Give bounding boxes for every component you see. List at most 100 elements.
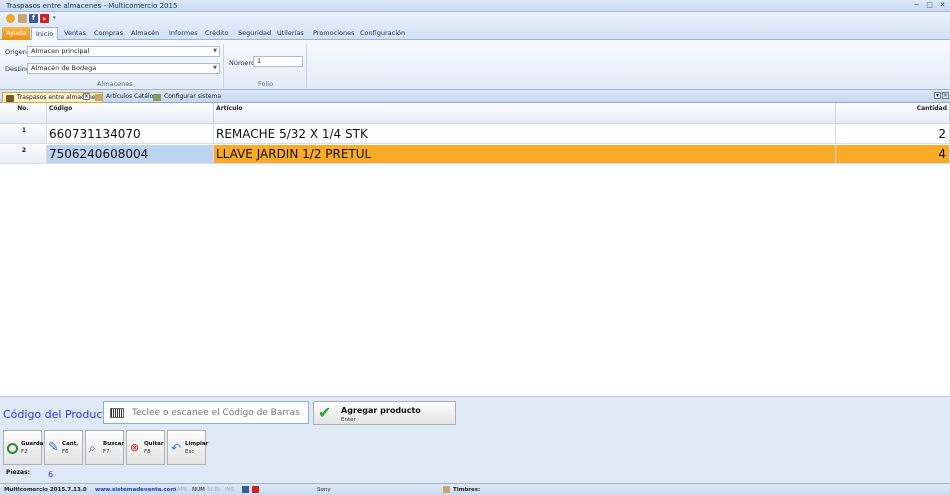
header-codigo[interactable]: Código <box>47 103 214 124</box>
user-name: Sony <box>317 487 331 493</box>
app-menu-icon[interactable] <box>6 14 15 23</box>
destino-combo[interactable]: Almacén de Bodega ▼ <box>27 63 220 74</box>
tab-menu-icon[interactable]: ▾ <box>934 92 941 99</box>
tab-ventas[interactable]: Ventas <box>60 27 90 40</box>
tab-utilerias[interactable]: Utilerías <box>273 27 308 40</box>
header-articulo[interactable]: Artículo <box>214 103 836 124</box>
search-label: Buscar <box>103 441 125 447</box>
save-shortcut: F2 <box>21 449 28 455</box>
numero-field[interactable]: 1 <box>253 56 303 67</box>
tab-seguridad[interactable]: Seguridad <box>234 27 275 40</box>
search-icon: ⌕ <box>89 441 96 455</box>
website-link[interactable]: www.sistemadeventa.com <box>95 487 176 493</box>
num-indicator: NUM <box>192 487 205 493</box>
chevron-down-icon: ▼ <box>213 65 217 71</box>
pencil-icon: ✎ <box>48 440 59 455</box>
group-separator <box>223 44 224 88</box>
search-button[interactable]: ⌕ Buscar F7 <box>85 430 124 465</box>
minimize-button[interactable]: ─ <box>911 1 922 10</box>
origen-combo[interactable]: Almacen principal ▼ <box>27 46 220 57</box>
tab-inicio[interactable]: Inicio <box>31 27 59 40</box>
remove-label: Quitar <box>144 441 164 447</box>
clear-label: Limpiar <box>185 441 209 447</box>
chevron-down-icon: ▼ <box>213 48 217 54</box>
ribbon-panel: Origen: Almacen principal ▼ Destino: Alm… <box>0 40 950 90</box>
pieces-label: Piezas: <box>6 469 31 476</box>
save-icon <box>7 443 18 454</box>
remove-button[interactable]: ⊗ Quitar F8 <box>126 430 165 465</box>
user-icon[interactable] <box>18 14 27 23</box>
product-code-label: Código del Producto: <box>3 408 118 421</box>
caps-indicator: CAPS <box>173 487 188 493</box>
catalog-icon <box>95 94 103 101</box>
search-shortcut: F7 <box>103 449 110 455</box>
tab-configuracion[interactable]: Configuración <box>356 27 409 40</box>
table-row[interactable]: 1 660731134070 REMACHE 5/32 X 1/4 STK 2 <box>0 125 950 144</box>
tab-informes[interactable]: Informes <box>165 27 202 40</box>
table-row-selected[interactable]: 2 7506240608004 LLAVE JARDIN 1/2 PRETUL … <box>0 145 950 164</box>
customize-toolbar-icon[interactable]: ▾ <box>53 15 62 24</box>
product-code-input[interactable] <box>132 406 304 420</box>
cell-codigo[interactable]: 660731134070 <box>47 125 214 144</box>
add-product-shortcut: Enter <box>341 417 356 423</box>
save-button[interactable]: Guarda F2 <box>3 430 44 465</box>
quantity-shortcut: F6 <box>62 449 69 455</box>
cell-codigo[interactable]: 7506240608004 <box>47 145 214 164</box>
status-bar: Multicomercio 2015.7.13.0 www.sistemadev… <box>0 483 950 495</box>
doctab-label: Configurar sistema <box>164 93 222 100</box>
title-bar: Traspasos entre almacenes - Multicomerci… <box>0 0 950 12</box>
cell-articulo[interactable]: REMACHE 5/32 X 1/4 STK <box>214 125 836 144</box>
origen-label: Origen: <box>5 48 30 56</box>
doctab-configurar[interactable]: Configurar sistema <box>150 92 224 103</box>
settings-icon <box>153 94 161 101</box>
almacenes-group-caption: Almacenes <box>97 80 133 88</box>
tab-compras[interactable]: Compras <box>90 27 127 40</box>
row-number: 1 <box>0 125 47 144</box>
transfer-grid: No. Código Artículo Cantidad 1 660731134… <box>0 103 950 397</box>
tab-ayuda[interactable]: Ayuda <box>2 27 31 40</box>
barcode-icon <box>110 408 124 418</box>
document-tabs: Traspasos entre almacenes × Artículos Ca… <box>0 91 950 103</box>
header-cantidad[interactable]: Cantidad <box>836 103 950 124</box>
tab-almacen[interactable]: Almacén <box>127 27 163 40</box>
pieces-value: 6 <box>48 470 54 479</box>
origen-value: Almacen principal <box>31 47 90 55</box>
window-title: Traspasos entre almacenes - Multicomerci… <box>6 2 178 10</box>
header-no[interactable]: No. <box>0 103 47 124</box>
row-number: 2 <box>0 145 47 164</box>
timbres-label: Timbres: <box>453 487 481 493</box>
close-all-icon[interactable]: × <box>942 92 949 99</box>
window-controls: ─ □ ✕ <box>911 1 948 10</box>
facebook-icon[interactable]: f <box>29 14 38 23</box>
maximize-button[interactable]: □ <box>924 1 935 10</box>
youtube-icon[interactable]: ▶ <box>40 14 49 23</box>
group-separator <box>306 44 307 88</box>
remove-shortcut: F8 <box>144 449 151 455</box>
youtube-icon[interactable] <box>252 486 259 493</box>
product-code-box[interactable] <box>103 401 309 424</box>
cell-articulo[interactable]: LLAVE JARDIN 1/2 PRETUL <box>214 145 836 164</box>
stamp-icon <box>443 486 450 493</box>
destino-value: Almacén de Bodega <box>31 64 97 72</box>
remove-icon: ⊗ <box>130 441 140 454</box>
save-label: Guarda <box>21 441 44 447</box>
tab-promociones[interactable]: Promociones <box>309 27 358 40</box>
cell-cantidad[interactable]: 4 <box>836 145 950 164</box>
quantity-button[interactable]: ✎ Cant. F6 <box>44 430 83 465</box>
clear-shortcut: Esc <box>185 449 195 455</box>
add-product-button[interactable]: ✔ Agregar producto Enter <box>313 401 456 425</box>
cell-cantidad[interactable]: 2 <box>836 125 950 144</box>
undo-icon: ↶ <box>171 441 182 455</box>
add-product-label: Agregar producto <box>341 406 421 415</box>
checkmark-icon: ✔ <box>318 403 332 422</box>
numero-value: 1 <box>257 57 262 65</box>
folio-group-caption: Folio <box>258 80 274 88</box>
version-text: Multicomercio 2015.7.13.0 <box>4 487 87 493</box>
scrl-indicator: SCRL <box>207 487 222 493</box>
facebook-icon[interactable] <box>242 486 249 493</box>
close-tab-icon[interactable]: × <box>83 93 90 100</box>
ribbon-tabs: Ayuda Inicio Ventas Compras Almacén Info… <box>0 26 950 40</box>
close-button[interactable]: ✕ <box>937 1 948 10</box>
tab-credito[interactable]: Crédito <box>201 27 233 40</box>
clear-button[interactable]: ↶ Limpiar Esc <box>167 430 209 465</box>
